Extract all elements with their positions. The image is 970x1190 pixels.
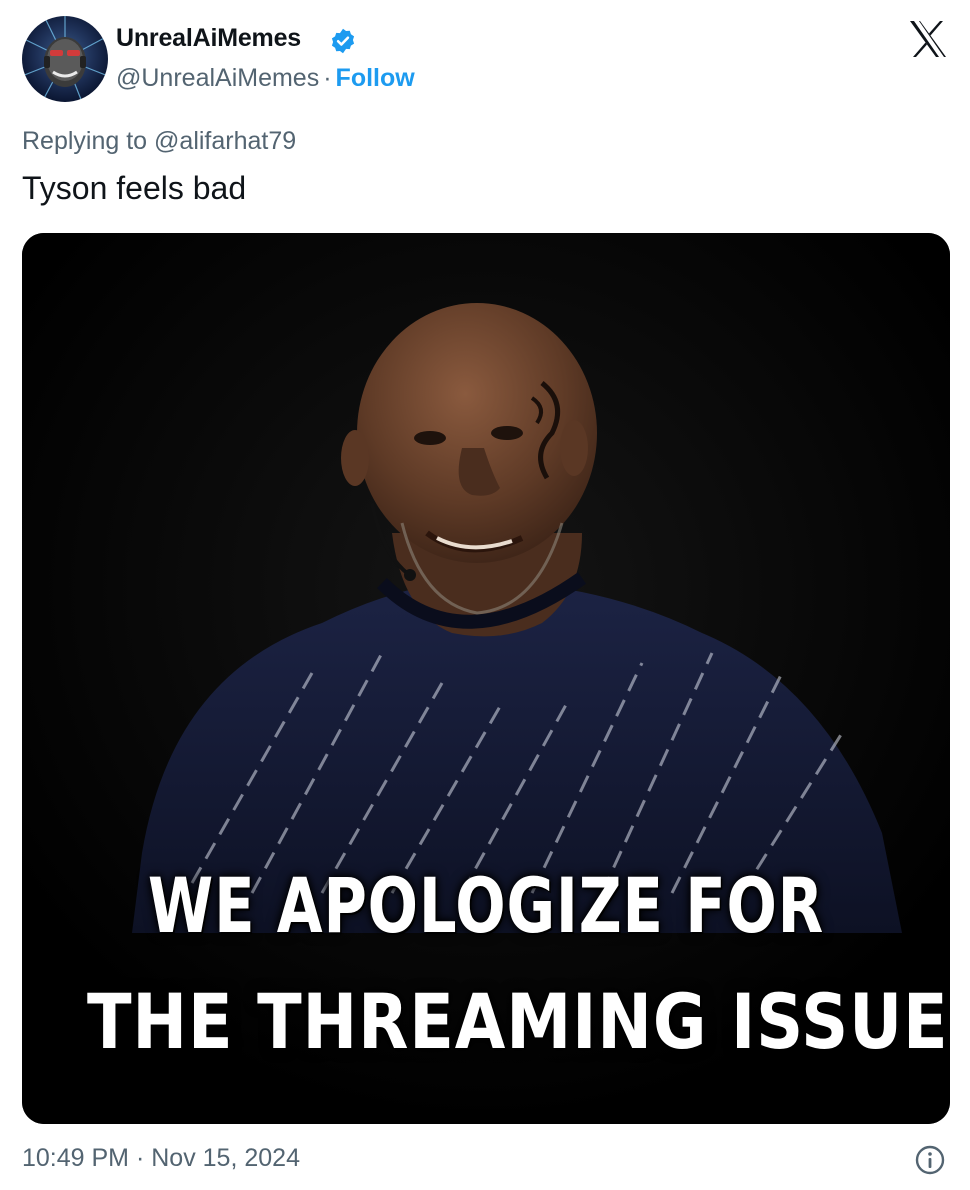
meme-caption-line-1: WE APOLOGIZE FOR	[147, 861, 825, 950]
author-handle[interactable]: @UnrealAiMemes	[116, 64, 319, 92]
robot-face-avatar-icon	[22, 16, 108, 102]
handle-row: @UnrealAiMemes · Follow	[116, 64, 415, 93]
replying-prefix: Replying to	[22, 127, 148, 155]
replying-to: Replying to @alifarhat79	[22, 127, 296, 156]
separator-dot: ·	[135, 1144, 145, 1172]
meme-caption-line-2: THE THREAMING ISSUE	[86, 977, 949, 1066]
x-logo-icon[interactable]	[908, 20, 948, 58]
separator-dot: ·	[323, 64, 332, 92]
avatar[interactable]	[22, 16, 108, 102]
verified-badge-icon	[329, 27, 357, 55]
info-icon[interactable]	[914, 1144, 946, 1176]
tweet-text: Tyson feels bad	[22, 170, 247, 206]
follow-button[interactable]: Follow	[336, 64, 415, 92]
reply-mention-link[interactable]: @alifarhat79	[154, 127, 296, 155]
tweet-timestamp[interactable]: 10:49 PM · Nov 15, 2024	[22, 1144, 300, 1173]
tweet-time: 10:49 PM	[22, 1144, 130, 1172]
tweet-date: Nov 15, 2024	[151, 1144, 300, 1172]
author-display-name[interactable]: UnrealAiMemes	[116, 24, 301, 53]
tweet-media-image[interactable]: WE APOLOGIZE FOR THE THREAMING ISSUE	[22, 233, 950, 1124]
